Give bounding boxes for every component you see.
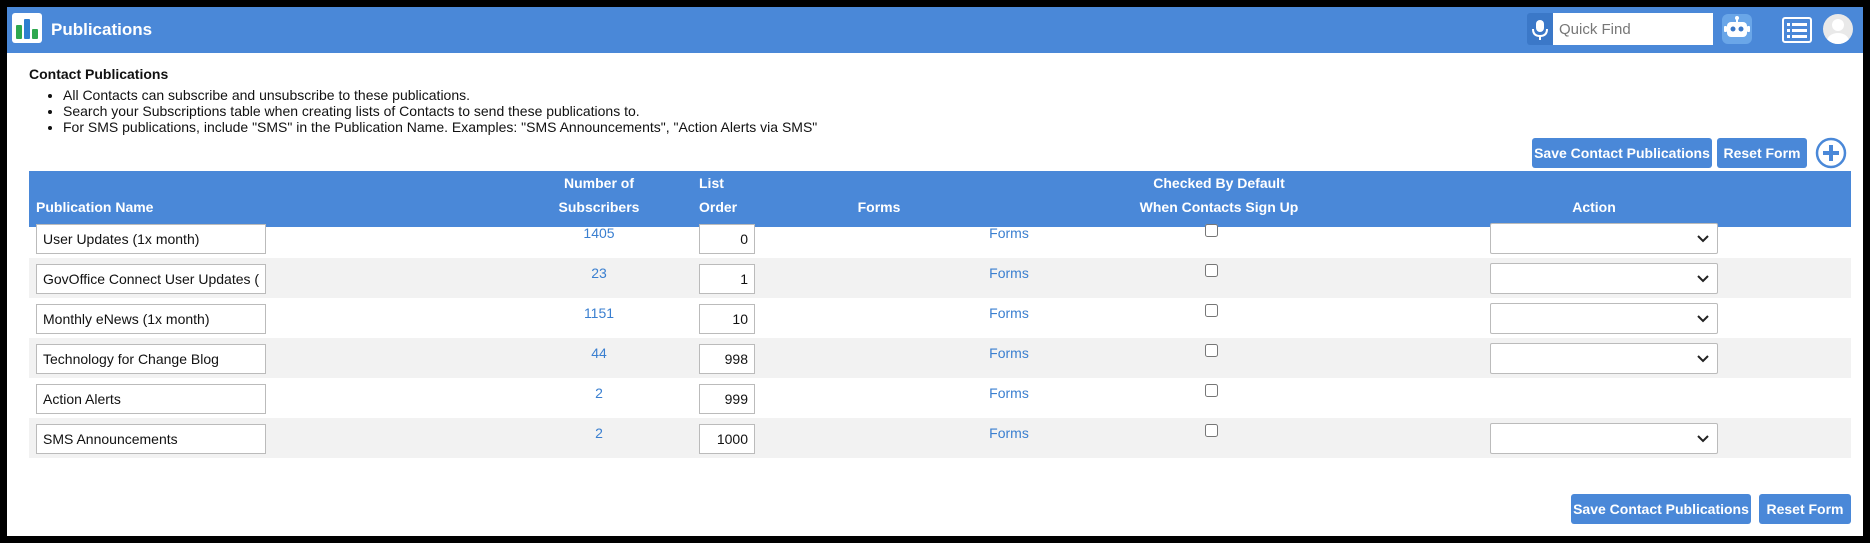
publication-name-input[interactable]	[36, 424, 266, 454]
quick-find-input[interactable]	[1553, 13, 1713, 45]
page-title: Publications	[51, 20, 153, 39]
top-bar: Publications	[7, 7, 1863, 53]
col-subscribers-line2: Subscribers	[558, 199, 640, 215]
user-avatar-icon[interactable]	[1823, 14, 1853, 44]
default-checkbox[interactable]	[1205, 384, 1218, 397]
subscribers-link[interactable]: 2	[569, 425, 629, 441]
forms-link[interactable]: Forms	[979, 305, 1039, 321]
section-title: Contact Publications	[29, 66, 169, 82]
action-select[interactable]	[1490, 223, 1718, 254]
info-item: All Contacts can subscribe and unsubscri…	[63, 87, 817, 103]
forms-link[interactable]: Forms	[979, 225, 1039, 241]
table-row: 2 Forms	[29, 378, 1851, 418]
table-row: 44 Forms	[29, 338, 1851, 378]
col-forms: Forms	[857, 199, 901, 215]
info-item: For SMS publications, include "SMS" in t…	[63, 119, 817, 135]
default-checkbox[interactable]	[1205, 344, 1218, 357]
save-publications-button-top[interactable]: Save Contact Publications	[1532, 138, 1712, 168]
default-checkbox[interactable]	[1205, 304, 1218, 317]
forms-link[interactable]: Forms	[979, 425, 1039, 441]
col-default-line2: When Contacts Sign Up	[1139, 199, 1299, 215]
list-order-input[interactable]	[699, 344, 755, 374]
table-row: 1405 Forms	[29, 218, 1851, 258]
add-publication-icon[interactable]	[1815, 137, 1847, 169]
forms-link[interactable]: Forms	[979, 345, 1039, 361]
save-publications-button-bottom[interactable]: Save Contact Publications	[1571, 494, 1751, 524]
table-row: 2 Forms	[29, 418, 1851, 458]
list-order-input[interactable]	[699, 424, 755, 454]
default-checkbox[interactable]	[1205, 424, 1218, 437]
col-action: Action	[1572, 199, 1616, 215]
col-default-line1: Checked By Default	[1153, 175, 1285, 191]
table-row: 23 Forms	[29, 258, 1851, 298]
chevron-down-icon	[1697, 355, 1709, 363]
default-checkbox[interactable]	[1205, 224, 1218, 237]
chatbot-icon[interactable]	[1721, 13, 1753, 45]
subscribers-link[interactable]: 1405	[569, 225, 629, 241]
col-order-line1: List	[699, 175, 724, 191]
list-order-input[interactable]	[699, 264, 755, 294]
info-item: Search your Subscriptions table when cre…	[63, 103, 817, 119]
publication-name-input[interactable]	[36, 384, 266, 414]
forms-link[interactable]: Forms	[979, 385, 1039, 401]
chevron-down-icon	[1697, 315, 1709, 323]
microphone-icon[interactable]	[1527, 13, 1553, 45]
list-order-input[interactable]	[699, 304, 755, 334]
action-select[interactable]	[1490, 263, 1718, 294]
subscribers-link[interactable]: 44	[569, 345, 629, 361]
publication-name-input[interactable]	[36, 304, 266, 334]
subscribers-link[interactable]: 23	[569, 265, 629, 281]
list-menu-icon[interactable]	[1782, 17, 1812, 43]
table-row: 1151 Forms	[29, 298, 1851, 338]
reset-form-button-top[interactable]: Reset Form	[1717, 138, 1807, 168]
action-select[interactable]	[1490, 303, 1718, 334]
action-select[interactable]	[1490, 423, 1718, 454]
app-window: Publications Quick Find Contact Publicat…	[7, 7, 1863, 536]
publication-name-input[interactable]	[36, 264, 266, 294]
info-list: All Contacts can subscribe and unsubscri…	[45, 87, 817, 135]
action-select[interactable]	[1490, 343, 1718, 374]
reset-form-button-bottom[interactable]: Reset Form	[1759, 494, 1851, 524]
publication-name-input[interactable]	[36, 344, 266, 374]
chevron-down-icon	[1697, 275, 1709, 283]
col-order-line2: Order	[699, 199, 738, 215]
app-logo-icon[interactable]	[12, 13, 42, 43]
subscribers-link[interactable]: 2	[569, 385, 629, 401]
list-order-input[interactable]	[699, 224, 755, 254]
col-subscribers-line1: Number of	[564, 175, 634, 191]
chevron-down-icon	[1697, 435, 1709, 443]
chevron-down-icon	[1697, 235, 1709, 243]
forms-link[interactable]: Forms	[979, 265, 1039, 281]
subscribers-link[interactable]: 1151	[569, 305, 629, 321]
col-publication-name: Publication Name	[36, 199, 154, 215]
default-checkbox[interactable]	[1205, 264, 1218, 277]
publication-name-input[interactable]	[36, 224, 266, 254]
list-order-input[interactable]	[699, 384, 755, 414]
